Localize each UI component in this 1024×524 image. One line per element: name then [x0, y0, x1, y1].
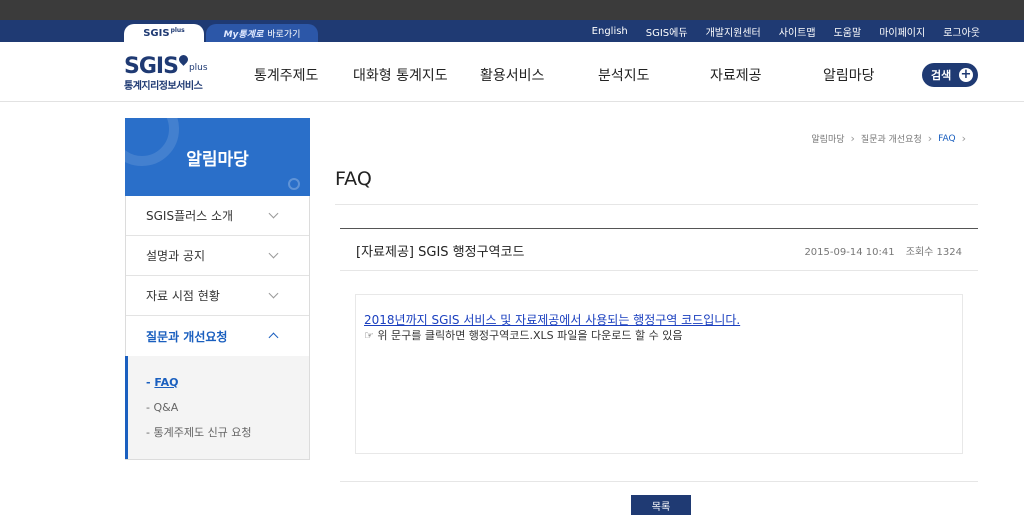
lnb-submenu: - FAQ - Q&A - 통계주제도 신규 요청 — [125, 356, 309, 459]
my-statistics-logo: My통계로 — [223, 29, 264, 40]
lnb-item-notices[interactable]: 설명과 공지 — [126, 236, 309, 276]
utility-nav: English SGIS에듀 개발지원센터 사이트맵 도움말 마이페이지 로그아… — [574, 20, 980, 42]
divider — [335, 204, 978, 205]
decorative-dot-icon — [288, 178, 300, 190]
gnb-stat-theme-map[interactable]: 통계주제도 — [254, 65, 318, 85]
gnb-data-provision[interactable]: 자료제공 — [710, 65, 762, 85]
tab-sgis-plus[interactable]: SGIS plus — [124, 24, 204, 42]
lnb-item-data-status[interactable]: 자료 시점 현황 — [126, 276, 309, 316]
post-title: [자료제공] SGIS 행정구역코드 — [356, 245, 525, 260]
chevron-down-icon — [268, 288, 279, 299]
chevron-down-icon — [268, 248, 279, 259]
post-content-box: 2018년까지 SGIS 서비스 및 자료제공에서 사용되는 행정구역 코드입니… — [355, 294, 963, 454]
lnb-title: 알림마당 — [186, 149, 249, 170]
breadcrumb: 알림마당 › 질문과 개선요청 › FAQ › — [811, 132, 972, 145]
chevron-up-icon — [268, 332, 279, 343]
main-header: SGIS plus 통계지리정보서비스 통계주제도 대화형 통계지도 활용서비스 … — [0, 42, 1024, 102]
map-pin-icon — [177, 53, 190, 66]
util-link-mypage[interactable]: 마이페이지 — [879, 24, 925, 39]
left-side-menu: SGIS플러스 소개 설명과 공지 자료 시점 현황 질문과 개선요청 - FA… — [125, 196, 310, 460]
post-description: ☞ 위 문구를 클릭하면 행정구역코드.XLS 파일을 다운로드 할 수 있음 — [364, 329, 683, 342]
logo-plus-text: plus — [188, 63, 208, 73]
breadcrumb-current[interactable]: FAQ — [938, 134, 955, 144]
lnb-sub-item-label: FAQ — [154, 376, 179, 389]
post-views-label: 조회수 — [905, 247, 934, 258]
util-link-sgis-edu[interactable]: SGIS에듀 — [646, 24, 688, 39]
chevron-down-icon — [268, 208, 279, 219]
breadcrumb-item[interactable]: 질문과 개선요청 — [861, 132, 922, 145]
gnb-notice-board[interactable]: 알림마당 — [823, 65, 875, 85]
logo-main-text: SGIS — [124, 54, 179, 79]
divider — [340, 481, 978, 482]
util-link-help[interactable]: 도움말 — [834, 24, 862, 39]
tab-my-statistics[interactable]: My통계로 바로가기 — [206, 24, 318, 42]
util-link-dev-center[interactable]: 개발지원센터 — [706, 24, 761, 39]
gnb-services[interactable]: 활용서비스 — [480, 65, 544, 85]
page-title: FAQ — [335, 168, 372, 190]
chevron-right-icon: › — [961, 132, 966, 145]
post-top-border — [340, 228, 978, 229]
breadcrumb-item[interactable]: 알림마당 — [811, 132, 844, 145]
lnb-item-label: 설명과 공지 — [146, 249, 206, 263]
lnb-sub-item-theme-request[interactable]: - 통계주제도 신규 요청 — [146, 420, 309, 445]
post-views-count: 1324 — [936, 247, 962, 258]
lnb-item-questions[interactable]: 질문과 개선요청 — [126, 316, 309, 356]
download-link[interactable]: 2018년까지 SGIS 서비스 및 자료제공에서 사용되는 행정구역 코드입니… — [364, 313, 954, 328]
gnb-analysis-map[interactable]: 분석지도 — [598, 65, 650, 85]
tab-sgis-label: SGIS — [143, 27, 170, 39]
search-button[interactable]: 검색 + — [922, 63, 978, 87]
lnb-sub-item-qna[interactable]: - Q&A — [146, 395, 309, 420]
plus-circle-icon: + — [959, 67, 973, 82]
lnb-sub-item-label: 통계주제도 신규 요청 — [153, 426, 252, 439]
util-link-sitemap[interactable]: 사이트맵 — [779, 24, 816, 39]
divider — [340, 270, 978, 271]
util-link-english[interactable]: English — [592, 26, 628, 37]
sgis-logo[interactable]: SGIS plus 통계지리정보서비스 — [124, 53, 208, 92]
lnb-sub-item-faq[interactable]: - FAQ — [146, 370, 309, 395]
search-button-label: 검색 — [931, 69, 952, 82]
lnb-item-label: SGIS플러스 소개 — [146, 209, 234, 223]
gnb-interactive-map[interactable]: 대화형 통계지도 — [353, 65, 448, 85]
lnb-sub-item-label: Q&A — [153, 401, 179, 414]
browser-chrome-bar — [0, 0, 1024, 20]
lnb-title-banner: 알림마당 — [125, 118, 310, 196]
lnb-item-label: 질문과 개선요청 — [146, 329, 228, 344]
chevron-right-icon: › — [850, 132, 855, 145]
tab-sgis-plus-label: plus — [170, 26, 185, 34]
util-link-logout[interactable]: 로그아웃 — [943, 24, 980, 39]
logo-subtitle: 통계지리정보서비스 — [124, 81, 203, 92]
post-date: 2015-09-14 10:41 — [804, 247, 895, 258]
lnb-item-sgis-intro[interactable]: SGIS플러스 소개 — [126, 196, 309, 236]
chevron-right-icon: › — [927, 132, 933, 145]
decorative-circle-icon — [125, 118, 179, 166]
lnb-item-label: 자료 시점 현황 — [146, 289, 220, 303]
my-statistics-label: 바로가기 — [267, 29, 301, 40]
post-meta: 2015-09-14 10:41 조회수 1324 — [804, 243, 962, 258]
list-button[interactable]: 목록 — [631, 495, 691, 515]
